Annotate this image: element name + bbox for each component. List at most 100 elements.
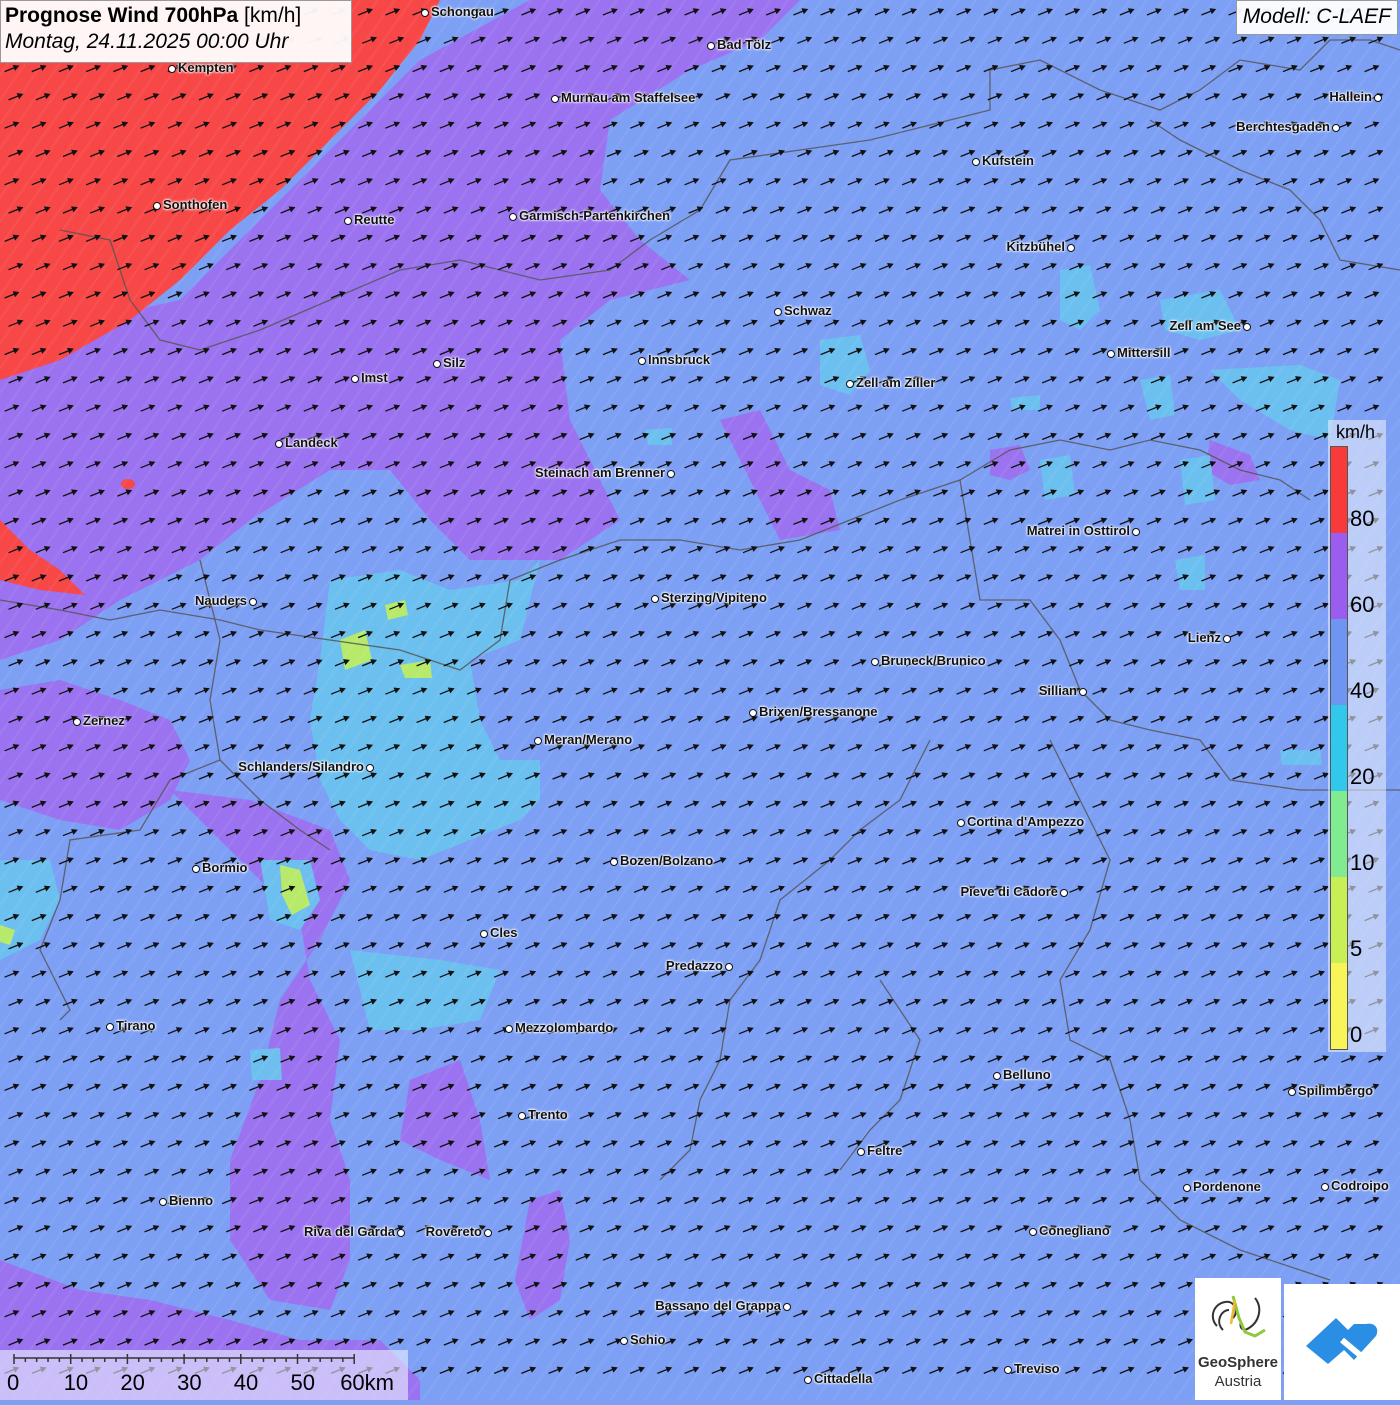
city-label: Treviso: [1014, 1361, 1060, 1376]
map-title: Prognose Wind 700hPa [km/h]: [5, 4, 347, 28]
city-label: Landeck: [285, 435, 338, 450]
city-marker-icon: [153, 202, 161, 210]
city-marker-icon: [433, 360, 441, 368]
city-label: Schio: [630, 1332, 665, 1347]
city-label: Silz: [443, 355, 465, 370]
city-marker-icon: [783, 1303, 791, 1311]
city-marker-icon: [610, 858, 618, 866]
scale-label: 0: [7, 1370, 19, 1396]
city-label: Schwaz: [784, 303, 832, 318]
city-label: Innsbruck: [648, 352, 710, 367]
city-label: Bruneck/Brunico: [881, 653, 986, 668]
geosphere-emblem-icon: [1195, 1278, 1281, 1354]
scale-label: 10: [64, 1370, 88, 1396]
scale-label: 60km: [340, 1370, 394, 1396]
city-marker-icon: [846, 380, 854, 388]
city-label: Tirano: [116, 1018, 156, 1033]
city-label: Zernez: [83, 713, 125, 728]
city-label: Riva del Garda: [304, 1224, 395, 1239]
scale-label: 50: [291, 1370, 315, 1396]
city-marker-icon: [774, 308, 782, 316]
city-label: Zell am See: [1169, 318, 1241, 333]
city-marker-icon: [1332, 124, 1340, 132]
city-marker-icon: [957, 819, 965, 827]
city-label: Feltre: [867, 1143, 902, 1158]
city-marker-icon: [993, 1072, 1001, 1080]
city-label: Murnau am Staffelsee: [561, 90, 695, 105]
city-marker-icon: [871, 658, 879, 666]
city-label: Zell am Ziller: [856, 375, 935, 390]
city-label: Spilimbergo: [1298, 1083, 1373, 1098]
city-marker-icon: [857, 1148, 865, 1156]
legend-label: 10: [1350, 850, 1374, 876]
city-marker-icon: [638, 357, 646, 365]
city-label: Matrei in Osttirol: [1027, 523, 1130, 538]
legend-swatch: [1331, 533, 1347, 619]
scale-bar: 0102030405060km: [0, 1350, 408, 1400]
city-marker-icon: [651, 595, 659, 603]
city-marker-icon: [275, 440, 283, 448]
scale-label: 30: [177, 1370, 201, 1396]
city-label: Steinach am Brenner: [535, 465, 665, 480]
city-marker-icon: [620, 1337, 628, 1345]
mountain-cloud-icon: [1284, 1284, 1400, 1400]
city-marker-icon: [106, 1023, 114, 1031]
legend-swatch: [1331, 791, 1347, 877]
city-marker-icon: [192, 865, 200, 873]
city-marker-icon: [1004, 1366, 1012, 1374]
city-label: Pieve di Cadore: [960, 884, 1058, 899]
city-label: Garmisch-Partenkirchen: [519, 208, 670, 223]
city-marker-icon: [168, 65, 176, 73]
legend-label: 40: [1350, 678, 1374, 704]
city-label: Predazzo: [666, 958, 723, 973]
city-marker-icon: [509, 213, 517, 221]
city-label: Schlanders/Silandro: [238, 759, 364, 774]
city-marker-icon: [484, 1229, 492, 1237]
city-label: Cittadella: [814, 1371, 873, 1386]
city-marker-icon: [551, 95, 559, 103]
city-marker-icon: [725, 963, 733, 971]
city-label: Hallein: [1329, 89, 1372, 104]
city-marker-icon: [1288, 1088, 1296, 1096]
city-label: Brixen/Bressanone: [759, 704, 878, 719]
city-marker-icon: [1243, 323, 1251, 331]
city-marker-icon: [505, 1025, 513, 1033]
forecast-date: Montag, 24.11.2025 00:00 Uhr: [5, 30, 347, 54]
city-marker-icon: [972, 158, 980, 166]
city-label: Reutte: [354, 212, 394, 227]
city-label: Nauders: [195, 593, 247, 608]
city-label: Bad Tölz: [717, 37, 771, 52]
city-marker-icon: [344, 217, 352, 225]
city-marker-icon: [1183, 1184, 1191, 1192]
city-marker-icon: [749, 709, 757, 717]
legend-label: 0: [1350, 1022, 1362, 1048]
city-marker-icon: [366, 764, 374, 772]
city-marker-icon: [421, 9, 429, 17]
city-label: Mittersill: [1117, 345, 1170, 360]
color-legend: km/h 806040201050: [1328, 420, 1386, 1052]
city-label: Meran/Merano: [544, 732, 632, 747]
legend-swatch: [1331, 963, 1347, 1049]
city-label: Sterzing/Vipiteno: [661, 590, 767, 605]
city-marker-icon: [249, 598, 257, 606]
city-label: Bassano del Grappa: [655, 1298, 781, 1313]
legend-colorbar: [1330, 446, 1348, 1050]
city-label: Kufstein: [982, 153, 1034, 168]
legend-label: 5: [1350, 936, 1362, 962]
city-label: Cles: [490, 925, 517, 940]
city-label: Sonthofen: [163, 197, 227, 212]
geosphere-logo[interactable]: GeoSphere Austria: [1195, 1278, 1281, 1400]
city-marker-icon: [1374, 94, 1382, 102]
city-label: Conegliano: [1039, 1223, 1110, 1238]
city-label: Trento: [528, 1107, 568, 1122]
city-label: Sillian: [1039, 683, 1077, 698]
city-marker-icon: [1223, 635, 1231, 643]
city-label: Bozen/Bolzano: [620, 853, 713, 868]
city-marker-icon: [1107, 350, 1115, 358]
legend-label: 80: [1350, 506, 1374, 532]
legend-swatch: [1331, 877, 1347, 963]
city-marker-icon: [73, 718, 81, 726]
legend-label: 20: [1350, 764, 1374, 790]
city-label: Berchtesgaden: [1236, 119, 1330, 134]
partner-logo[interactable]: [1284, 1284, 1400, 1400]
